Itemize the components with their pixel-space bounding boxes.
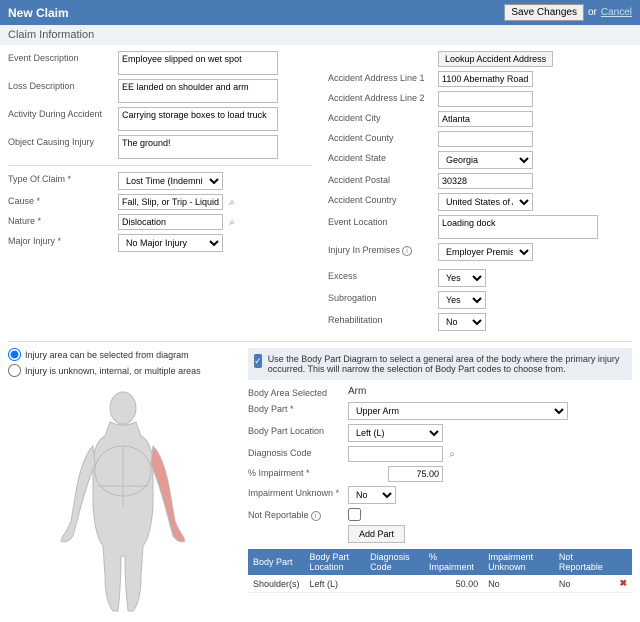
label-cause: Cause * <box>8 194 118 206</box>
label-major-injury: Major Injury * <box>8 234 118 246</box>
cancel-link[interactable]: Cancel <box>601 7 632 18</box>
left-column: Event DescriptionEmployee slipped on wet… <box>8 51 312 335</box>
label-activity: Activity During Accident <box>8 107 118 119</box>
section-claim-info: Claim Information <box>0 25 640 45</box>
add-part-button[interactable]: Add Part <box>348 525 405 543</box>
label-state: Accident State <box>328 151 438 163</box>
info-icon[interactable]: i <box>402 246 412 256</box>
imp-unknown-select[interactable]: No <box>348 486 396 504</box>
label-pct-impairment: % Impairment * <box>248 466 348 478</box>
label-addr2: Accident Address Line 2 <box>328 91 438 103</box>
label-loss-desc: Loss Description <box>8 79 118 91</box>
label-imp-unknown: Impairment Unknown * <box>248 486 348 498</box>
th-location[interactable]: Body Part Location <box>305 549 366 575</box>
label-premises: Injury In Premisesi <box>328 243 438 256</box>
body-part-form: Body Area SelectedArm Body Part *Upper A… <box>248 386 632 616</box>
diag-code-input[interactable] <box>348 446 443 462</box>
table-row: Shoulder(s) Left (L) 50.00 No No ✖ <box>248 575 632 593</box>
subrogation-select[interactable]: Yes <box>438 291 486 309</box>
event-location-input[interactable]: Loading dock <box>438 215 598 239</box>
label-rehab: Rehabilitation <box>328 313 438 325</box>
city-input[interactable] <box>438 111 533 127</box>
label-addr1: Accident Address Line 1 <box>328 71 438 83</box>
activity-input[interactable]: Carrying storage boxes to load truck <box>118 107 278 131</box>
addr2-input[interactable] <box>438 91 533 107</box>
object-causing-input[interactable]: The ground! <box>118 135 278 159</box>
label-event-desc: Event Description <box>8 51 118 63</box>
th-body-part[interactable]: Body Part <box>248 549 305 575</box>
body-area-value: Arm <box>348 386 366 397</box>
label-nature: Nature * <box>8 214 118 226</box>
excess-select[interactable]: Yes <box>438 269 486 287</box>
info-note: ✓ Use the Body Part Diagram to select a … <box>248 348 632 380</box>
rehab-select[interactable]: No <box>438 313 486 331</box>
type-of-claim-select[interactable]: Lost Time (Indemnity) <box>118 172 223 190</box>
cause-input[interactable] <box>118 194 223 210</box>
cell-diag <box>365 575 424 593</box>
not-reportable-checkbox[interactable] <box>348 508 361 521</box>
body-diagram[interactable] <box>8 386 238 616</box>
right-column: Lookup Accident Address Accident Address… <box>328 51 632 335</box>
label-bp-location: Body Part Location <box>248 424 348 436</box>
label-body-part: Body Part * <box>248 402 348 414</box>
body-part-select[interactable]: Upper Arm <box>348 402 568 420</box>
bp-location-select[interactable]: Left (L) <box>348 424 443 442</box>
label-subrogation: Subrogation <box>328 291 438 303</box>
county-input[interactable] <box>438 131 533 147</box>
th-nr[interactable]: Not Reportable <box>554 549 615 575</box>
label-postal: Accident Postal <box>328 173 438 185</box>
nature-input[interactable] <box>118 214 223 230</box>
cell-nr: No <box>554 575 615 593</box>
event-desc-input[interactable]: Employee slipped on wet spot <box>118 51 278 75</box>
country-select[interactable]: United States of America <box>438 193 533 211</box>
th-pct[interactable]: % Impairment <box>424 549 483 575</box>
label-county: Accident County <box>328 131 438 143</box>
search-icon[interactable]: ⌕ <box>446 448 458 460</box>
page-header: New Claim Save Changes or Cancel <box>0 0 640 25</box>
label-not-reportable: Not Reportablei <box>248 508 348 521</box>
search-icon[interactable]: ⌕ <box>226 196 238 208</box>
injury-radio-diagram[interactable] <box>8 348 21 361</box>
page-title: New Claim <box>8 6 69 20</box>
or-text: or <box>588 7 597 18</box>
header-actions: Save Changes or Cancel <box>504 4 632 21</box>
label-diag-code: Diagnosis Code <box>248 446 348 458</box>
lookup-address-button[interactable]: Lookup Accident Address <box>438 51 553 67</box>
state-select[interactable]: Georgia <box>438 151 533 169</box>
label-event-loc: Event Location <box>328 215 438 227</box>
pct-impairment-input[interactable] <box>388 466 443 482</box>
label-excess: Excess <box>328 269 438 281</box>
th-diag[interactable]: Diagnosis Code <box>365 549 424 575</box>
label-city: Accident City <box>328 111 438 123</box>
loss-desc-input[interactable]: EE landed on shoulder and arm <box>118 79 278 103</box>
label-country: Accident Country <box>328 193 438 205</box>
label-object: Object Causing Injury <box>8 135 118 147</box>
delete-row-icon[interactable]: ✖ <box>619 578 627 588</box>
info-note-text: Use the Body Part Diagram to select a ge… <box>268 354 626 374</box>
major-injury-select[interactable]: No Major Injury <box>118 234 223 252</box>
label-type-claim: Type Of Claim * <box>8 172 118 184</box>
addr1-input[interactable] <box>438 71 533 87</box>
info-icon[interactable]: i <box>311 511 321 521</box>
injury-radio-unknown-label: Injury is unknown, internal, or multiple… <box>25 366 201 376</box>
label-body-area: Body Area Selected <box>248 386 348 398</box>
injury-radio-unknown[interactable] <box>8 364 21 377</box>
postal-input[interactable] <box>438 173 533 189</box>
body-part-table: Body Part Body Part Location Diagnosis C… <box>248 549 632 593</box>
injury-radio-group: Injury area can be selected from diagram… <box>8 348 238 386</box>
cell-part: Shoulder(s) <box>248 575 305 593</box>
injury-radio-diagram-label: Injury area can be selected from diagram <box>25 350 189 360</box>
th-unknown[interactable]: Impairment Unknown <box>483 549 554 575</box>
info-note-icon: ✓ <box>254 354 262 368</box>
cell-pct: 50.00 <box>424 575 483 593</box>
cell-loc: Left (L) <box>305 575 366 593</box>
premises-select[interactable]: Employer Premises <box>438 243 533 261</box>
save-changes-button[interactable]: Save Changes <box>504 4 584 21</box>
search-icon[interactable]: ⌕ <box>226 216 238 228</box>
cell-unk: No <box>483 575 554 593</box>
